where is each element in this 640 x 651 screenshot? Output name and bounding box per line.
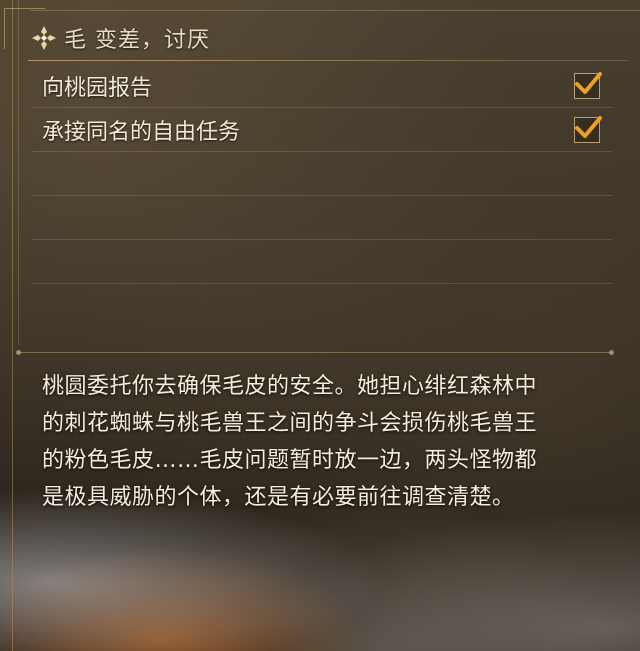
checkmark-icon: [575, 71, 602, 94]
objective-list: 向桃园报告 承接同名的自由任务: [32, 64, 612, 284]
objective-row: 承接同名的自由任务: [32, 108, 612, 152]
description-divider: [16, 350, 614, 355]
quest-description: 桃圆委托你去确保毛皮的安全。她担心绯红森林中的刺花蜘蛛与桃毛兽王之间的争斗会损伤…: [42, 374, 538, 510]
header-top-rule: [30, 10, 640, 11]
objective-label: 向桃园报告: [42, 75, 153, 101]
objective-checkbox: [574, 115, 602, 143]
panel-inner-border: [18, 0, 19, 345]
quest-diamond-icon: [28, 22, 60, 54]
checkmark-icon: [575, 115, 602, 138]
title-underline: [28, 60, 628, 61]
objective-row: 向桃园报告: [32, 64, 612, 108]
objective-checkbox: [574, 71, 602, 99]
objective-row-empty: [32, 152, 612, 196]
quest-title: 毛 变差，讨厌: [64, 28, 210, 53]
objective-row-empty: [32, 240, 612, 284]
quest-panel-scene: 毛 变差，讨厌 向桃园报告 承接同名的自由任务 桃圆委托你去确保毛皮的安全。她担…: [0, 0, 640, 651]
objective-row-empty: [32, 196, 612, 240]
quest-title-row: 毛 变差，讨厌: [28, 22, 210, 54]
objective-label: 承接同名的自由任务: [42, 119, 241, 145]
